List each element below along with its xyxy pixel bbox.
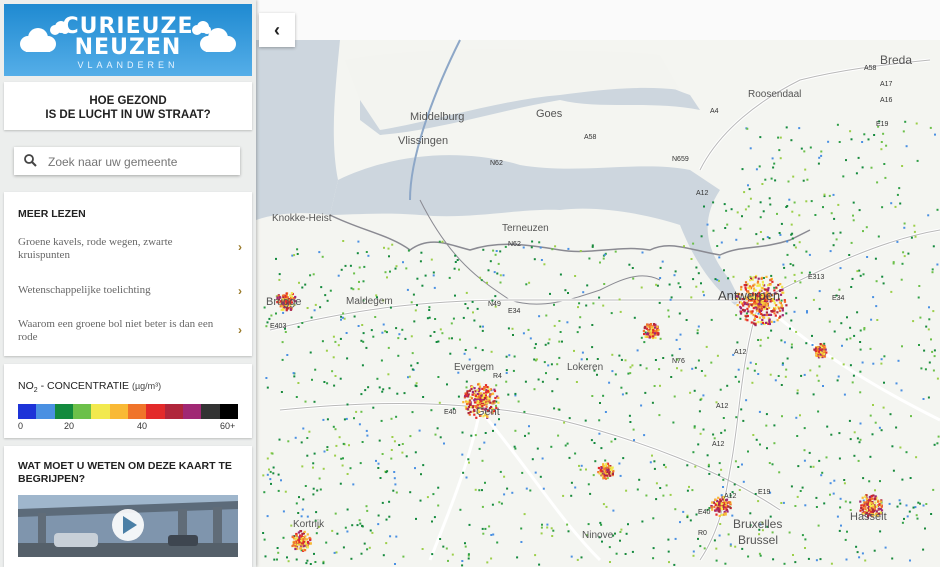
road-label: N49 (488, 301, 501, 308)
chevron-right-icon[interactable]: › (238, 240, 242, 254)
place-label: Evergem (454, 362, 494, 373)
place-label: Knokke-Heist (272, 213, 332, 224)
road-label: A17 (880, 81, 893, 88)
road-label: A58 (864, 65, 877, 72)
place-label: Maldegem (346, 296, 393, 307)
place-label: Goes (536, 108, 563, 120)
place-label: Middelburg (410, 111, 464, 123)
road-label: E19 (758, 489, 771, 496)
road-label: N76 (672, 358, 685, 365)
legend-color-swatch (182, 404, 202, 419)
legend-colorbar (18, 404, 238, 419)
chevron-right-icon[interactable]: › (238, 323, 242, 337)
search-input[interactable] (46, 151, 236, 173)
legend-color-swatch (146, 404, 165, 419)
road-label: N659 (672, 156, 689, 163)
search-icon (24, 154, 37, 167)
road-label: A58 (584, 134, 597, 141)
road-label: A12 (734, 349, 747, 356)
legend-color-swatch (18, 404, 37, 419)
question-line-1: HOE GEZOND (89, 95, 167, 107)
logo: CURIEUZE NEUZEN VLAANDEREN (4, 4, 252, 76)
legend-color-swatch (91, 404, 110, 419)
video-heading: WAT MOET U WETEN OM DEZE KAART TE BEGRIJ… (18, 460, 232, 485)
place-label: Brugge (266, 296, 301, 308)
road-label: A12 (712, 441, 725, 448)
place-label: Gent (476, 406, 500, 418)
sidebar: CURIEUZE NEUZEN VLAANDEREN HOE GEZOND IS… (0, 0, 256, 567)
road-label: E403 (270, 323, 286, 330)
logo-line-2: NEUZEN (74, 35, 182, 60)
read-more-link[interactable]: Waarom een groene bol niet beter is dan … (18, 318, 223, 344)
place-label: Ninove (582, 530, 614, 541)
legend-color-swatch (54, 404, 73, 419)
north-sea (256, 40, 340, 220)
place-label: Terneuzen (502, 223, 549, 234)
video-card: WAT MOET U WETEN OM DEZE KAART TE BEGRIJ… (4, 446, 252, 567)
road-label: A12 (716, 403, 729, 410)
legend-color-swatch (127, 404, 147, 419)
legend-color-swatch (219, 404, 238, 419)
place-label: Roosendaal (748, 89, 801, 100)
road-label: N62 (490, 160, 503, 167)
legend-title: NO2 - CONCENTRATIE (µg/m³) (18, 380, 162, 395)
read-more-link[interactable]: Wetenschappelijke toelichting (18, 284, 223, 297)
road-label: E19 (876, 121, 889, 128)
road-label: A12 (724, 493, 737, 500)
place-label: Brussel (738, 533, 778, 547)
place-label: Kortrijk (293, 519, 325, 530)
legend-tick: 40 (137, 421, 148, 431)
legend-tick: 0 (18, 421, 24, 431)
logo-line-3: VLAANDEREN (77, 60, 179, 70)
legend-color-swatch (164, 404, 183, 419)
search-box[interactable] (14, 147, 240, 175)
road-label: A16 (880, 97, 893, 104)
road-label: A12 (696, 190, 709, 197)
place-label: Antwerpen (718, 288, 780, 303)
road-label: R0 (698, 530, 707, 537)
place-label: Lokeren (567, 362, 603, 373)
legend-color-swatch (72, 404, 92, 419)
read-more-link[interactable]: Groene kavels, rode wegen, zwarte kruisp… (18, 236, 223, 262)
legend-color-swatch (36, 404, 55, 419)
road-label: E313 (808, 274, 824, 281)
legend-tick: 20 (64, 421, 75, 431)
place-label: Vlissingen (398, 135, 448, 147)
collapse-sidebar-button[interactable]: ‹ (259, 13, 295, 47)
place-label: Bruxelles (733, 517, 782, 531)
road-label: E40 (698, 509, 711, 516)
video-thumbnail[interactable] (18, 495, 238, 557)
question-card: HOE GEZOND IS DE LUCHT IN UW STRAAT? (4, 82, 252, 130)
read-more-card: MEER LEZEN Groene kavels, rode wegen, zw… (4, 192, 252, 356)
place-label: Hasselt (850, 511, 887, 523)
place-label: Breda (880, 53, 912, 67)
road-label: N62 (508, 241, 521, 248)
road-label: E34 (508, 308, 521, 315)
question-line-2: IS DE LUCHT IN UW STRAAT? (45, 109, 211, 121)
chevron-right-icon[interactable]: › (238, 284, 242, 298)
legend-color-swatch (201, 404, 220, 419)
road-label: R4 (493, 373, 502, 380)
no2-legend-card: NO2 - CONCENTRATIE (µg/m³) 0 20 40 60+ (4, 364, 252, 438)
read-more-heading: MEER LEZEN (18, 208, 86, 220)
road-label: A4 (710, 108, 719, 115)
legend-tick: 60+ (220, 421, 236, 431)
road-label: E40 (444, 409, 457, 416)
road-label: E34 (832, 295, 845, 302)
legend-color-swatch (109, 404, 128, 419)
